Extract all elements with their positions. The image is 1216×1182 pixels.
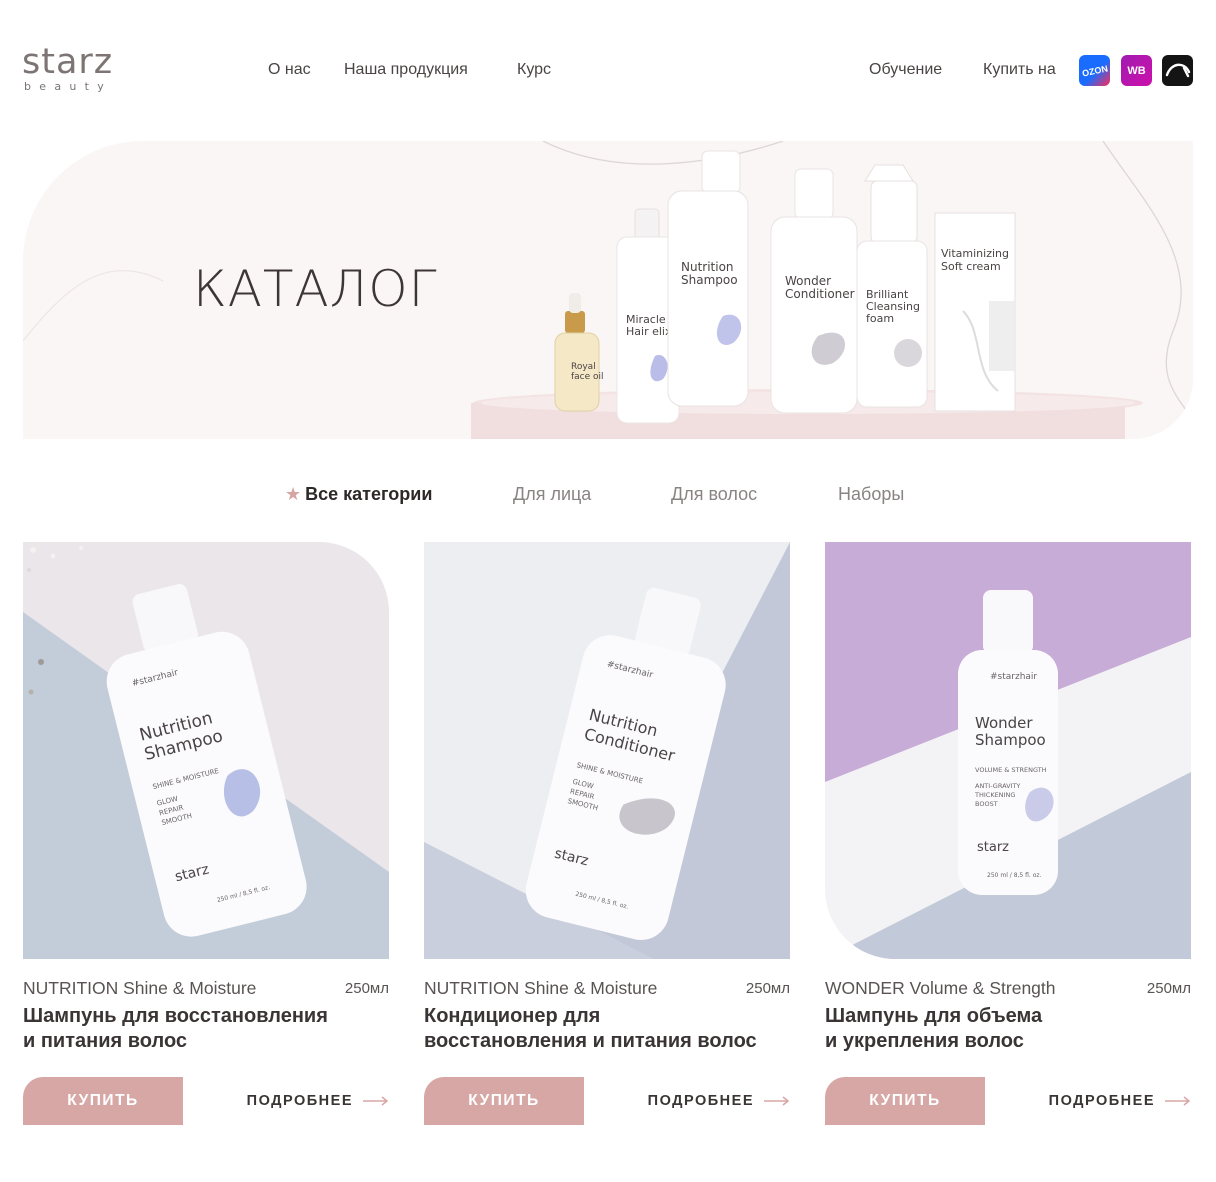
hero-product-1-name-2: face oil (571, 372, 604, 382)
product-title-line-1: Кондиционер для (424, 1005, 601, 1027)
product-card: #starzhair Wonder Shampoo VOLUME & STREN… (825, 542, 1191, 1132)
product-card: #starzhair Nutrition Conditioner SHINE &… (424, 542, 790, 1132)
product-card: #starzhair Nutrition Shampoo SHINE & MOI… (23, 542, 389, 1132)
ozon-label: OZON (1080, 62, 1109, 79)
product-volume: 250мл (1146, 980, 1191, 997)
hero-product-6-name: Vitaminizing (941, 247, 1009, 260)
hero-product-4-name: Wonder (785, 274, 831, 288)
product-photo-1: #starzhair Nutrition Shampoo SHINE & MOI… (23, 542, 389, 959)
bottle-name-2: Shampoo (975, 731, 1046, 749)
product-title[interactable]: Шампунь для восстановления и питания вол… (23, 1004, 389, 1054)
star-icon: ★ (285, 484, 302, 504)
logo-wordmark: starz (22, 42, 114, 82)
product-title[interactable]: Кондиционер для восстановления и питания… (424, 1004, 790, 1054)
nav-course[interactable]: Курс (517, 60, 551, 80)
hero-product-3-name-2: Shampoo (681, 273, 738, 287)
product-line: NUTRITION Shine & Moisture (424, 978, 658, 998)
more-link[interactable]: ПОДРОБНЕЕ (648, 1090, 790, 1112)
product-line: WONDER Volume & Strength (825, 978, 1056, 998)
hero-product-3-name: Nutrition (681, 260, 734, 274)
site-header: starz beauty О нас Наша продукция Курс О… (0, 0, 1216, 140)
product-photo-2: #starzhair Nutrition Conditioner SHINE &… (424, 542, 790, 959)
nav-about[interactable]: О нас (268, 60, 311, 80)
yandex-market-glyph (1165, 63, 1191, 78)
more-link[interactable]: ПОДРОБНЕЕ (247, 1090, 389, 1112)
nav-products[interactable]: Наша продукция (344, 60, 468, 80)
bottle-tag: #starzhair (990, 672, 1037, 682)
tab-face[interactable]: Для лица (513, 483, 591, 505)
ozon-icon[interactable]: OZON (1079, 55, 1110, 86)
product-title-line-2: и питания волос (23, 1030, 188, 1052)
more-link-label: ПОДРОБНЕЕ (1048, 1093, 1155, 1109)
product-volume: 250мл (745, 980, 790, 997)
bottle-benefit: THICKENING (974, 791, 1015, 799)
arrow-right-icon (363, 1096, 389, 1106)
tab-sets[interactable]: Наборы (838, 483, 904, 505)
hero-product-6-name-2: Soft cream (941, 260, 1001, 273)
product-line: NUTRITION Shine & Moisture (23, 978, 257, 998)
buy-button[interactable]: КУПИТЬ (23, 1077, 183, 1125)
product-title[interactable]: Шампунь для объема и укрепления волос (825, 1004, 1191, 1054)
more-link-label: ПОДРОБНЕЕ (647, 1093, 754, 1109)
wb-label: WB (1127, 64, 1146, 77)
tab-all-categories[interactable]: ★ Все категории (285, 483, 432, 505)
hero-product-1-name: Royal (571, 362, 596, 372)
product-title-line-2: и укрепления волос (825, 1030, 1024, 1052)
hero-product-4-name-2: Conditioner (785, 287, 855, 301)
brand-logo[interactable]: starz beauty (22, 44, 136, 98)
buy-button[interactable]: КУПИТЬ (424, 1077, 584, 1125)
hero-product-5-name-3: foam (866, 312, 894, 325)
product-title-line-2: восстановления и питания волос (424, 1030, 757, 1052)
product-title-line-1: Шампунь для объема (825, 1005, 1043, 1027)
bottle-name-1: Wonder (975, 714, 1033, 732)
catalog-hero-banner: Royal face oil Miracle Hair elixir Nutri… (23, 141, 1193, 439)
logo-subtitle: beauty (24, 80, 113, 93)
bottle-brand: starz (977, 840, 1009, 855)
product-volume: 250мл (344, 980, 389, 997)
buy-on-label: Купить на (983, 61, 1056, 78)
tab-hair[interactable]: Для волос (671, 483, 757, 505)
product-photo-3: #starzhair Wonder Shampoo VOLUME & STREN… (825, 542, 1191, 959)
wildberries-icon[interactable]: WB (1121, 55, 1152, 86)
product-image[interactable]: #starzhair Nutrition Shampoo SHINE & MOI… (23, 542, 389, 959)
yandex-market-icon[interactable] (1162, 55, 1193, 86)
product-title-line-1: Шампунь для восстановления (23, 1005, 328, 1027)
tab-all-categories-label: Все категории (305, 484, 433, 504)
more-link[interactable]: ПОДРОБНЕЕ (1049, 1090, 1191, 1112)
product-image[interactable]: #starzhair Nutrition Conditioner SHINE &… (424, 542, 790, 959)
more-link-label: ПОДРОБНЕЕ (246, 1093, 353, 1109)
bottle-subtitle: VOLUME & STRENGTH (975, 766, 1047, 774)
bottle-volume: 250 ml / 8,5 fl. oz. (987, 872, 1042, 879)
product-image[interactable]: #starzhair Wonder Shampoo VOLUME & STREN… (825, 542, 1191, 959)
arrow-right-icon (764, 1096, 790, 1106)
nav-training[interactable]: Обучение (869, 60, 942, 80)
buy-button[interactable]: КУПИТЬ (825, 1077, 985, 1125)
arrow-right-icon (1165, 1096, 1191, 1106)
page-title: КАТАЛОГ (193, 260, 438, 318)
bottle-benefit: BOOST (975, 800, 998, 808)
bottle-benefit: ANTI-GRAVITY (975, 782, 1020, 790)
